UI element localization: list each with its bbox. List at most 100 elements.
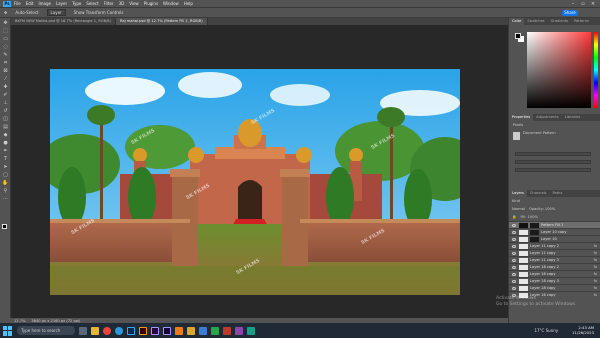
dodge-icon[interactable]: ●: [2, 140, 9, 146]
tab-gradients[interactable]: Gradients: [548, 18, 572, 25]
close-icon[interactable]: ×: [588, 1, 598, 7]
illustrator-taskbar-icon[interactable]: [139, 326, 147, 335]
share-button[interactable]: Share: [562, 10, 578, 16]
eye-icon[interactable]: [512, 223, 516, 227]
clone-stamp-icon[interactable]: ⊥: [2, 100, 9, 106]
premiere-taskbar-icon[interactable]: [151, 326, 159, 335]
tab-layers[interactable]: Layers: [509, 190, 527, 197]
eye-icon[interactable]: [512, 237, 516, 241]
layer-effects-icon[interactable]: fx: [594, 286, 597, 290]
eraser-icon[interactable]: ◫: [2, 116, 9, 122]
document-size[interactable]: 3840 px x 2160 px (72 ppi): [31, 319, 80, 323]
layer-effects-icon[interactable]: fx: [594, 272, 597, 276]
layer-row[interactable]: Layer 18 copy 2 fx: [509, 263, 600, 270]
show-transform-checkbox[interactable]: Show Transform Controls: [74, 10, 124, 15]
edge-icon[interactable]: [115, 326, 123, 335]
menu-help[interactable]: Help: [184, 1, 193, 6]
menu-layer[interactable]: Layer: [56, 1, 67, 6]
quick-select-icon[interactable]: ✎: [2, 52, 9, 58]
gradient-icon[interactable]: ▤: [2, 124, 9, 130]
eye-icon[interactable]: [512, 286, 516, 290]
brush-icon[interactable]: ✐: [2, 92, 9, 98]
blend-mode-dropdown[interactable]: Normal: [512, 207, 525, 211]
minimize-icon[interactable]: –: [568, 1, 578, 7]
opacity-field[interactable]: Opacity: 100%: [529, 207, 555, 211]
hand-icon[interactable]: ✋: [2, 180, 9, 186]
eye-icon[interactable]: [512, 251, 516, 255]
healing-brush-icon[interactable]: ✚: [2, 84, 9, 90]
eye-icon[interactable]: [512, 230, 516, 234]
app-icon[interactable]: [199, 326, 207, 335]
crop-icon[interactable]: ⌗: [2, 60, 9, 66]
app-icon[interactable]: [223, 326, 231, 335]
property-field[interactable]: [515, 168, 591, 172]
layer-effects-icon[interactable]: fx: [594, 244, 597, 248]
layer-effects-icon[interactable]: fx: [594, 258, 597, 262]
layer-row[interactable]: Layer 11 copy fx: [509, 249, 600, 256]
lasso-icon[interactable]: ◌: [2, 44, 9, 50]
move-tool-icon[interactable]: ✥: [4, 10, 7, 15]
eye-icon[interactable]: [512, 272, 516, 276]
layer-row[interactable]: Pattern Fill 1: [509, 221, 600, 228]
taskbar-clock[interactable]: 2:43 AM 11/26/2023: [572, 325, 594, 335]
weather-widget[interactable]: 17°C Sunny: [534, 328, 558, 333]
layer-row[interactable]: Layer 18 copy 3 fx: [509, 277, 600, 284]
kind-filter-dropdown[interactable]: Kind: [512, 199, 520, 203]
color-picker-field[interactable]: [527, 32, 591, 108]
pen-icon[interactable]: ✒: [2, 148, 9, 154]
more-tools-icon[interactable]: ⋯: [2, 196, 9, 202]
menu-select[interactable]: Select: [86, 1, 98, 6]
app-icon[interactable]: [247, 326, 255, 335]
layer-row[interactable]: Layer 10 copy: [509, 228, 600, 235]
tab-document-2[interactable]: Raj mahal.psd @ 12.7% (Pattern Fill 1, R…: [116, 18, 208, 25]
layer-row[interactable]: Layer 11 copy 2 fx: [509, 242, 600, 249]
move-icon[interactable]: ✥: [2, 20, 9, 26]
task-view-icon[interactable]: [79, 326, 87, 335]
lock-icon[interactable]: 🔒: [512, 215, 516, 219]
layer-effects-icon[interactable]: fx: [594, 251, 597, 255]
panel-foreground-swatch[interactable]: [515, 33, 521, 39]
windows-start-icon[interactable]: [3, 325, 13, 336]
menu-type[interactable]: Type: [72, 1, 81, 6]
layer-effects-icon[interactable]: fx: [594, 265, 597, 269]
layer-row[interactable]: Layer 18 copy fx: [509, 284, 600, 291]
history-brush-icon[interactable]: ↺: [2, 108, 9, 114]
menu-view[interactable]: View: [129, 1, 139, 6]
zoom-icon[interactable]: ⚲: [2, 188, 9, 194]
tab-paths[interactable]: Paths: [550, 190, 566, 197]
tab-adjustments[interactable]: Adjustments: [533, 114, 562, 121]
tab-document-1[interactable]: BKFM NEW Malika.psd @ 16.7% (Rectangle 1…: [11, 18, 116, 25]
eye-icon[interactable]: [512, 265, 516, 269]
hue-slider[interactable]: [594, 32, 598, 108]
layer-select-dropdown[interactable]: Layer: [46, 9, 66, 16]
eyedropper-icon[interactable]: ⁄: [2, 76, 9, 82]
menu-plugins[interactable]: Plugins: [144, 1, 158, 6]
menu-edit[interactable]: Edit: [26, 1, 34, 6]
menu-filter[interactable]: Filter: [104, 1, 114, 6]
frame-icon[interactable]: ⊠: [2, 68, 9, 74]
tab-swatches[interactable]: Swatches: [524, 18, 547, 25]
file-explorer-icon[interactable]: [91, 326, 99, 335]
rectangle-icon[interactable]: ▢: [2, 172, 9, 178]
eye-icon[interactable]: [512, 279, 516, 283]
layer-row[interactable]: Layer 11 copy 3 fx: [509, 256, 600, 263]
property-field[interactable]: [515, 152, 591, 156]
layer-row[interactable]: Layer 18 copy fx: [509, 270, 600, 277]
foreground-color-swatch[interactable]: [2, 224, 7, 229]
eye-icon[interactable]: [512, 258, 516, 262]
chrome-icon[interactable]: [103, 326, 111, 335]
layer-effects-icon[interactable]: fx: [594, 293, 597, 297]
canvas-area[interactable]: SK FILMS SK FILMS SK FILMS SK FILMS SK F…: [11, 25, 508, 318]
app-icon[interactable]: [211, 326, 219, 335]
photoshop-taskbar-icon[interactable]: [127, 326, 135, 335]
tab-patterns[interactable]: Patterns: [571, 18, 592, 25]
after-effects-taskbar-icon[interactable]: [163, 326, 171, 335]
zoom-level[interactable]: 12.7%: [14, 319, 25, 323]
menu-window[interactable]: Window: [163, 1, 179, 6]
document-artwork[interactable]: SK FILMS SK FILMS SK FILMS SK FILMS SK F…: [50, 69, 460, 295]
menu-image[interactable]: Image: [38, 1, 51, 6]
app-icon[interactable]: [235, 326, 243, 335]
blur-icon[interactable]: ◆: [2, 132, 9, 138]
taskbar-search-input[interactable]: Type here to search: [17, 326, 75, 335]
path-selection-icon[interactable]: ➤: [2, 164, 9, 170]
